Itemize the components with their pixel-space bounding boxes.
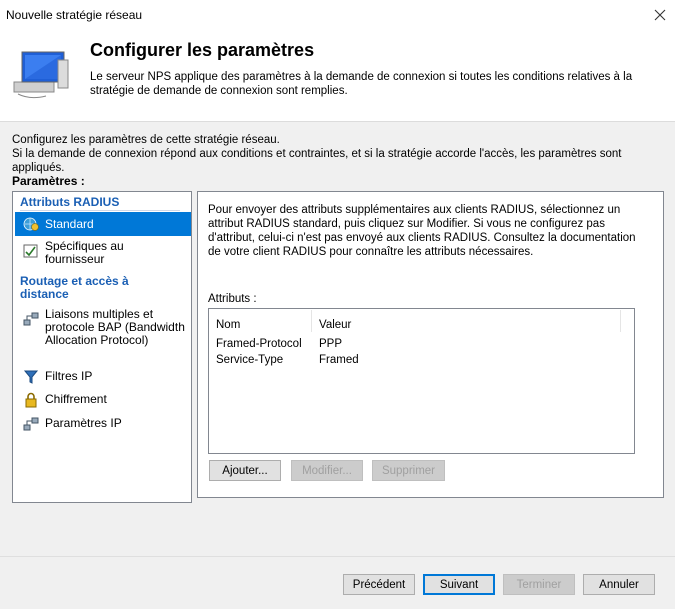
- previous-button[interactable]: Précédent: [343, 574, 415, 595]
- network-settings-icon: [23, 417, 39, 431]
- nav-section-divider: [20, 210, 180, 211]
- title-bar: Nouvelle stratégie réseau: [0, 0, 675, 30]
- settings-panel: Pour envoyer des attributs supplémentair…: [197, 191, 664, 498]
- close-icon: [654, 9, 666, 21]
- settings-nav: Attributs RADIUS Standard Spécifiques au…: [12, 191, 192, 503]
- intro-line-2: Si la demande de connexion répond aux co…: [12, 148, 622, 174]
- cell-name: Framed-Protocol: [216, 338, 302, 350]
- page-description: Le serveur NPS applique des paramètres à…: [90, 71, 633, 97]
- nav-item-label: Liaisons multiples et protocole BAP (Ban…: [45, 307, 185, 347]
- filter-icon: [23, 370, 39, 384]
- gear-globe-icon: [23, 217, 39, 231]
- nav-item-label: Paramètres IP: [45, 416, 122, 430]
- cell-value: Framed: [319, 354, 359, 366]
- nav-item-label: Spécifiques au fournisseur: [45, 239, 124, 266]
- wizard-header: Configurer les paramètres Le serveur NPS…: [0, 30, 675, 122]
- panel-description: Pour envoyer des attributs supplémentair…: [208, 204, 636, 258]
- delete-button[interactable]: Supprimer: [372, 460, 445, 481]
- lock-icon: [25, 392, 37, 408]
- nav-item-label: Chiffrement: [45, 392, 107, 406]
- attributes-label: Attributs :: [208, 293, 257, 305]
- window-title: Nouvelle stratégie réseau: [6, 8, 143, 22]
- column-divider[interactable]: [311, 310, 312, 332]
- nav-section-routing: Routage et accès à distance: [20, 274, 129, 301]
- nav-item-standard[interactable]: Standard: [15, 212, 191, 236]
- nav-item-vendor-specific[interactable]: Spécifiques au fournisseur: [15, 240, 191, 268]
- network-links-icon: [23, 312, 39, 326]
- column-divider[interactable]: [620, 310, 621, 332]
- intro-line-1: Configurez les paramètres de cette strat…: [12, 134, 280, 146]
- column-header-value[interactable]: Valeur: [319, 319, 351, 331]
- edit-button[interactable]: Modifier...: [291, 460, 363, 481]
- column-header-name[interactable]: Nom: [216, 319, 240, 331]
- header-divider: [0, 121, 675, 122]
- nav-item-label: Filtres IP: [45, 369, 93, 383]
- parameters-label: Paramètres :: [12, 174, 85, 188]
- nav-item-multilink-bap[interactable]: Liaisons multiples et protocole BAP (Ban…: [15, 308, 191, 362]
- nav-item-ip-filters[interactable]: Filtres IP: [15, 369, 191, 385]
- close-button[interactable]: [645, 0, 675, 30]
- cell-value: PPP: [319, 338, 343, 350]
- attributes-list[interactable]: Nom Valeur Framed-Protocol PPP Service-T…: [208, 308, 635, 454]
- next-button[interactable]: Suivant: [423, 574, 495, 595]
- cell-name: Service-Type: [216, 354, 284, 366]
- finish-button[interactable]: Terminer: [503, 574, 575, 595]
- cancel-button[interactable]: Annuler: [583, 574, 655, 595]
- nav-item-encryption[interactable]: Chiffrement: [15, 392, 191, 408]
- add-button[interactable]: Ajouter...: [209, 460, 281, 481]
- checklist-icon: [23, 244, 38, 258]
- footer-divider: [0, 556, 675, 557]
- nav-item-label: Standard: [45, 217, 94, 231]
- nav-item-ip-settings[interactable]: Paramètres IP: [15, 416, 191, 432]
- intro-text: Configurez les paramètres de cette strat…: [12, 133, 662, 175]
- computer-network-icon: [13, 51, 69, 99]
- page-title: Configurer les paramètres: [90, 40, 315, 60]
- nav-section-radius: Attributs RADIUS: [20, 195, 120, 209]
